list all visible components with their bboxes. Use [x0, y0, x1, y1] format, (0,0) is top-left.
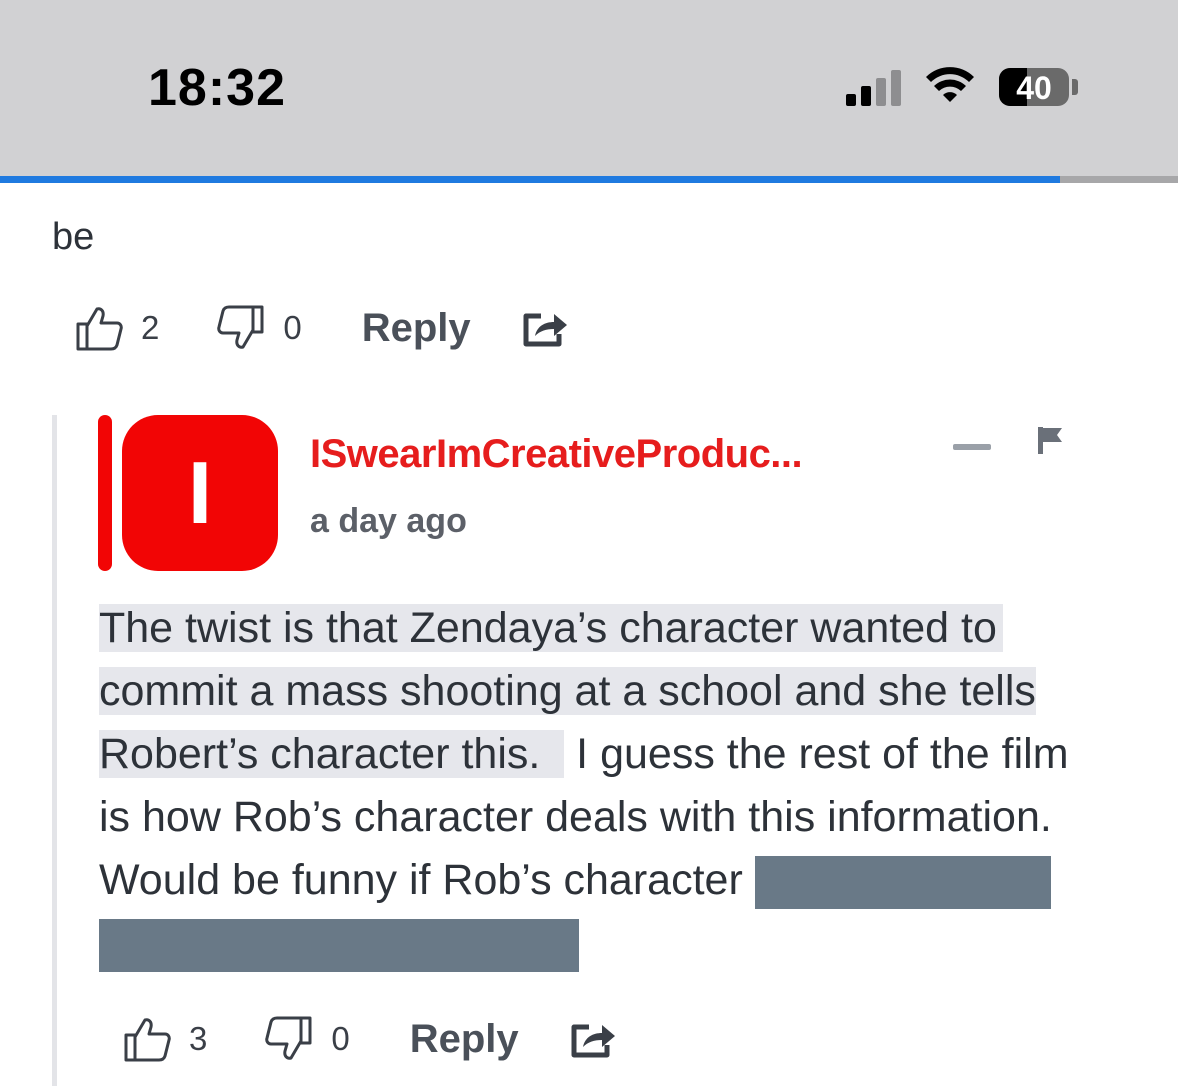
- status-time: 18:32: [148, 59, 286, 117]
- battery-icon: 40: [999, 68, 1069, 106]
- comment-text-line: I guess the rest of the film: [564, 730, 1069, 778]
- thread-line: [52, 415, 57, 1086]
- avatar[interactable]: I: [122, 415, 278, 571]
- downvote-count: 0: [283, 309, 302, 346]
- comment-text-line: The twist is that Zendaya’s character wa…: [99, 604, 1003, 652]
- upvote-button[interactable]: 3: [123, 1016, 207, 1062]
- flag-icon[interactable]: [1036, 425, 1064, 455]
- battery-level: 40: [1016, 70, 1052, 106]
- read-progress-bar: [0, 176, 1178, 183]
- share-button[interactable]: [569, 1019, 617, 1059]
- share-icon: [523, 313, 567, 347]
- read-progress-fill: [0, 176, 1061, 183]
- comment-text-line: Robert’s character this.: [99, 730, 565, 778]
- comment-body: The twist is that Zendaya’s character wa…: [99, 597, 1129, 975]
- reply-indicator-bar: [98, 415, 112, 571]
- comment-text-line: Would be funny if Rob’s character: [99, 856, 755, 904]
- thumbs-up-icon: [76, 307, 123, 351]
- spoiler-block[interactable]: [99, 919, 579, 973]
- username[interactable]: ISwearImCreativeProduc...: [310, 432, 803, 477]
- upvote-button[interactable]: 2: [75, 305, 159, 351]
- downvote-button[interactable]: 0: [265, 1016, 350, 1062]
- upvote-count: 3: [189, 1020, 208, 1057]
- signal-icon: [846, 70, 906, 106]
- comment-text-line: commit a mass shooting at a school and s…: [99, 667, 1036, 715]
- comment-text-line: is how Rob’s character deals with this i…: [99, 793, 1052, 841]
- avatar-letter: I: [187, 443, 213, 542]
- reply-button[interactable]: Reply: [362, 306, 471, 351]
- battery-tip: [1072, 79, 1078, 95]
- share-icon: [571, 1024, 615, 1058]
- status-bar: 18:32 40: [0, 0, 1178, 183]
- reply-comment-actions: 3 0 Reply: [123, 1016, 617, 1062]
- thumbs-down-icon: [265, 1016, 312, 1060]
- downvote-button[interactable]: 0: [217, 305, 302, 351]
- previous-comment-actions: 2 0 Reply: [75, 305, 569, 351]
- wifi-icon: [926, 67, 974, 102]
- reply-button[interactable]: Reply: [410, 1017, 519, 1062]
- downvote-count: 0: [331, 1020, 350, 1057]
- thumbs-down-icon: [217, 305, 264, 349]
- thumbs-up-icon: [124, 1018, 171, 1062]
- spoiler-block[interactable]: [754, 856, 1051, 910]
- previous-comment-text-tail: be: [52, 216, 95, 258]
- upvote-count: 2: [141, 309, 160, 346]
- collapse-icon[interactable]: [953, 444, 991, 450]
- comment-timestamp: a day ago: [310, 502, 467, 540]
- share-button[interactable]: [521, 308, 569, 348]
